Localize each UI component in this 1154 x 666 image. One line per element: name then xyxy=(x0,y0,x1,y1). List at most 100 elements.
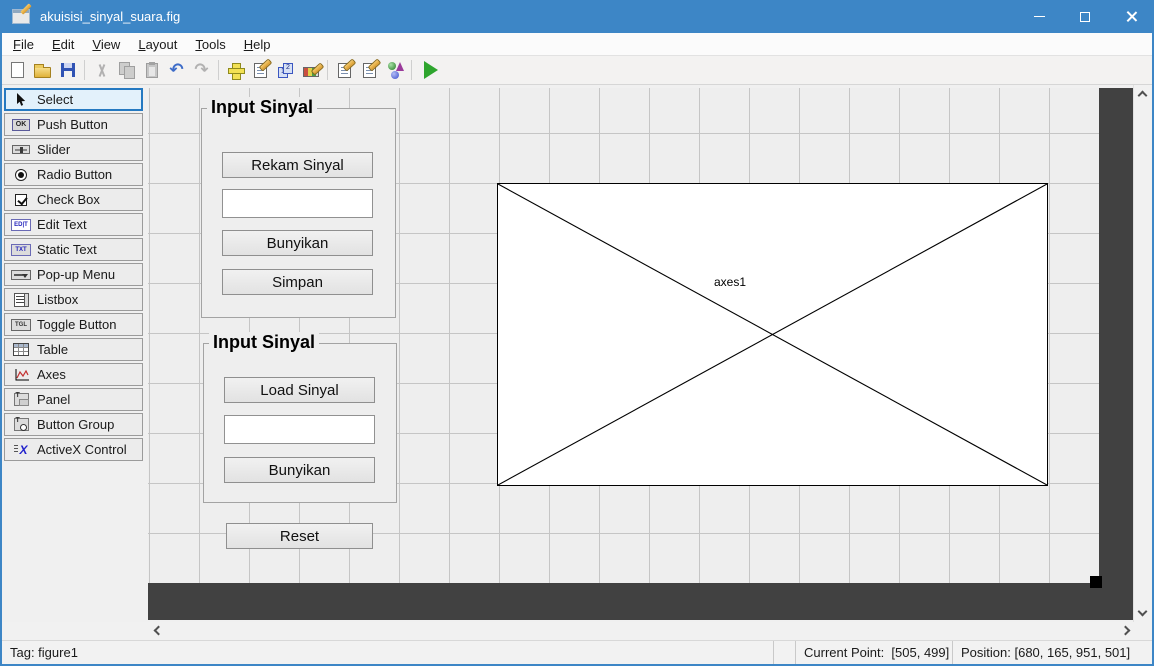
chevron-up-icon xyxy=(1137,90,1148,101)
palette-item-label: ActiveX Control xyxy=(37,442,127,457)
palette-item-listbox[interactable]: Listbox xyxy=(4,288,143,311)
copy-button xyxy=(114,58,139,83)
menu-layout[interactable]: Layout xyxy=(129,34,186,55)
palette-item-label: Button Group xyxy=(37,417,115,432)
axes-icon xyxy=(9,368,33,382)
run-figure-icon xyxy=(423,61,438,79)
menu-help[interactable]: Help xyxy=(235,34,280,55)
figure-canvas[interactable]: Input Sinyal Rekam Sinyal Bunyikan Simpa… xyxy=(148,88,1102,588)
axes-name-label: axes1 xyxy=(714,275,747,289)
palette-item-check-box[interactable]: Check Box xyxy=(4,188,143,211)
palette-item-slider[interactable]: Slider xyxy=(4,138,143,161)
object-browser-button[interactable] xyxy=(382,58,407,83)
property-inspector-icon xyxy=(363,62,376,78)
palette-item-static-text[interactable]: TXT Static Text xyxy=(4,238,143,261)
figure-resize-handle[interactable] xyxy=(1090,576,1102,588)
palette-item-axes[interactable]: Axes xyxy=(4,363,143,386)
paste-icon xyxy=(145,61,158,78)
m-file-editor-button[interactable] xyxy=(332,58,357,83)
property-inspector-button[interactable] xyxy=(357,58,382,83)
palette-item-push-button[interactable]: OK Push Button xyxy=(4,113,143,136)
menubar: File Edit View Layout Tools Help xyxy=(2,33,1152,56)
titlebar: akuisisi_sinyal_suara.fig xyxy=(0,0,1154,33)
palette-item-activex-control[interactable]: X ActiveX Control xyxy=(4,438,143,461)
palette-item-label: Slider xyxy=(37,142,71,157)
bunyikan-button-record[interactable]: Bunyikan xyxy=(222,230,373,256)
align-objects-icon xyxy=(228,62,245,80)
toolbar-separator xyxy=(411,60,412,80)
palette-item-popup-menu[interactable]: Pop-up Menu xyxy=(4,263,143,286)
palette-item-label: Toggle Button xyxy=(37,317,117,332)
object-browser-icon xyxy=(386,61,404,79)
panel-input-sinyal-load[interactable]: Input Sinyal Load Sinyal Bunyikan xyxy=(203,332,397,503)
undo-button[interactable] xyxy=(164,58,189,83)
button-group-icon: T xyxy=(13,417,29,431)
menu-editor-button[interactable] xyxy=(248,58,273,83)
paste-button xyxy=(139,58,164,83)
tab-order-editor-button[interactable] xyxy=(273,58,298,83)
status-current-point: Current Point: [505, 499] xyxy=(795,641,952,664)
load-filename-input[interactable] xyxy=(224,415,375,444)
bunyikan-button-load[interactable]: Bunyikan xyxy=(224,457,375,483)
open-button[interactable] xyxy=(30,58,55,83)
rekam-sinyal-button[interactable]: Rekam Sinyal xyxy=(222,152,373,178)
align-objects-button[interactable] xyxy=(223,58,248,83)
window-border xyxy=(0,33,2,666)
chevron-right-icon xyxy=(1120,625,1131,636)
simpan-button[interactable]: Simpan xyxy=(222,269,373,295)
axes-placeholder[interactable]: axes1 xyxy=(497,183,1048,486)
maximize-button[interactable] xyxy=(1062,0,1108,33)
menu-view[interactable]: View xyxy=(83,34,129,55)
toolbar-separator xyxy=(327,60,328,80)
vertical-scrollbar[interactable] xyxy=(1133,85,1152,622)
new-figure-button[interactable] xyxy=(5,58,30,83)
menu-tools[interactable]: Tools xyxy=(186,34,234,55)
record-filename-input[interactable] xyxy=(222,189,373,218)
menu-edit[interactable]: Edit xyxy=(43,34,83,55)
scroll-up-button[interactable] xyxy=(1134,87,1151,104)
minimize-button[interactable] xyxy=(1016,0,1062,33)
palette-item-label: Table xyxy=(37,342,69,357)
run-figure-button[interactable] xyxy=(416,58,441,83)
palette-item-toggle-button[interactable]: TGL Toggle Button xyxy=(4,313,143,336)
panel-title: Input Sinyal xyxy=(207,97,318,118)
palette-item-radio-button[interactable]: Radio Button xyxy=(4,163,143,186)
tab-order-editor-icon xyxy=(278,62,293,78)
listbox-icon xyxy=(13,292,29,307)
menu-file[interactable]: File xyxy=(4,34,43,55)
scroll-left-button[interactable] xyxy=(150,622,167,639)
toolbar-editor-icon xyxy=(302,67,319,77)
palette-item-label: Pop-up Menu xyxy=(37,267,116,282)
toolbar-separator xyxy=(218,60,219,80)
palette-item-edit-text[interactable]: ED|T Edit Text xyxy=(4,213,143,236)
save-button[interactable] xyxy=(55,58,80,83)
palette-item-select[interactable]: Select xyxy=(4,88,143,111)
cut-icon xyxy=(96,63,108,78)
palette-item-label: Select xyxy=(37,92,74,107)
panel-icon: T xyxy=(13,392,29,406)
toolbar-editor-button[interactable] xyxy=(298,58,323,83)
status-tag: Tag: figure1 xyxy=(10,645,78,660)
popup-menu-icon xyxy=(11,269,31,280)
palette-item-table[interactable]: Table xyxy=(4,338,143,361)
panel-title: Input Sinyal xyxy=(209,332,320,353)
radio-button-icon xyxy=(15,168,27,181)
scroll-right-button[interactable] xyxy=(1117,622,1134,639)
palette-item-label: Check Box xyxy=(37,192,100,207)
reset-button[interactable]: Reset xyxy=(226,523,373,549)
minimize-icon xyxy=(1033,16,1045,17)
palette-item-label: Edit Text xyxy=(37,217,87,232)
horizontal-scrollbar[interactable] xyxy=(2,622,1152,640)
scroll-down-button[interactable] xyxy=(1134,603,1151,620)
toggle-button-icon: TGL xyxy=(11,318,31,331)
cut-button xyxy=(89,58,114,83)
new-figure-icon xyxy=(11,62,24,78)
palette-item-button-group[interactable]: T Button Group xyxy=(4,413,143,436)
close-button[interactable] xyxy=(1108,0,1154,33)
save-icon xyxy=(60,63,75,77)
palette-item-label: Static Text xyxy=(37,242,97,257)
load-sinyal-button[interactable]: Load Sinyal xyxy=(224,377,375,403)
panel-input-sinyal-record[interactable]: Input Sinyal Rekam Sinyal Bunyikan Simpa… xyxy=(201,97,396,318)
axes-diagonals xyxy=(498,184,1047,485)
palette-item-panel[interactable]: T Panel xyxy=(4,388,143,411)
